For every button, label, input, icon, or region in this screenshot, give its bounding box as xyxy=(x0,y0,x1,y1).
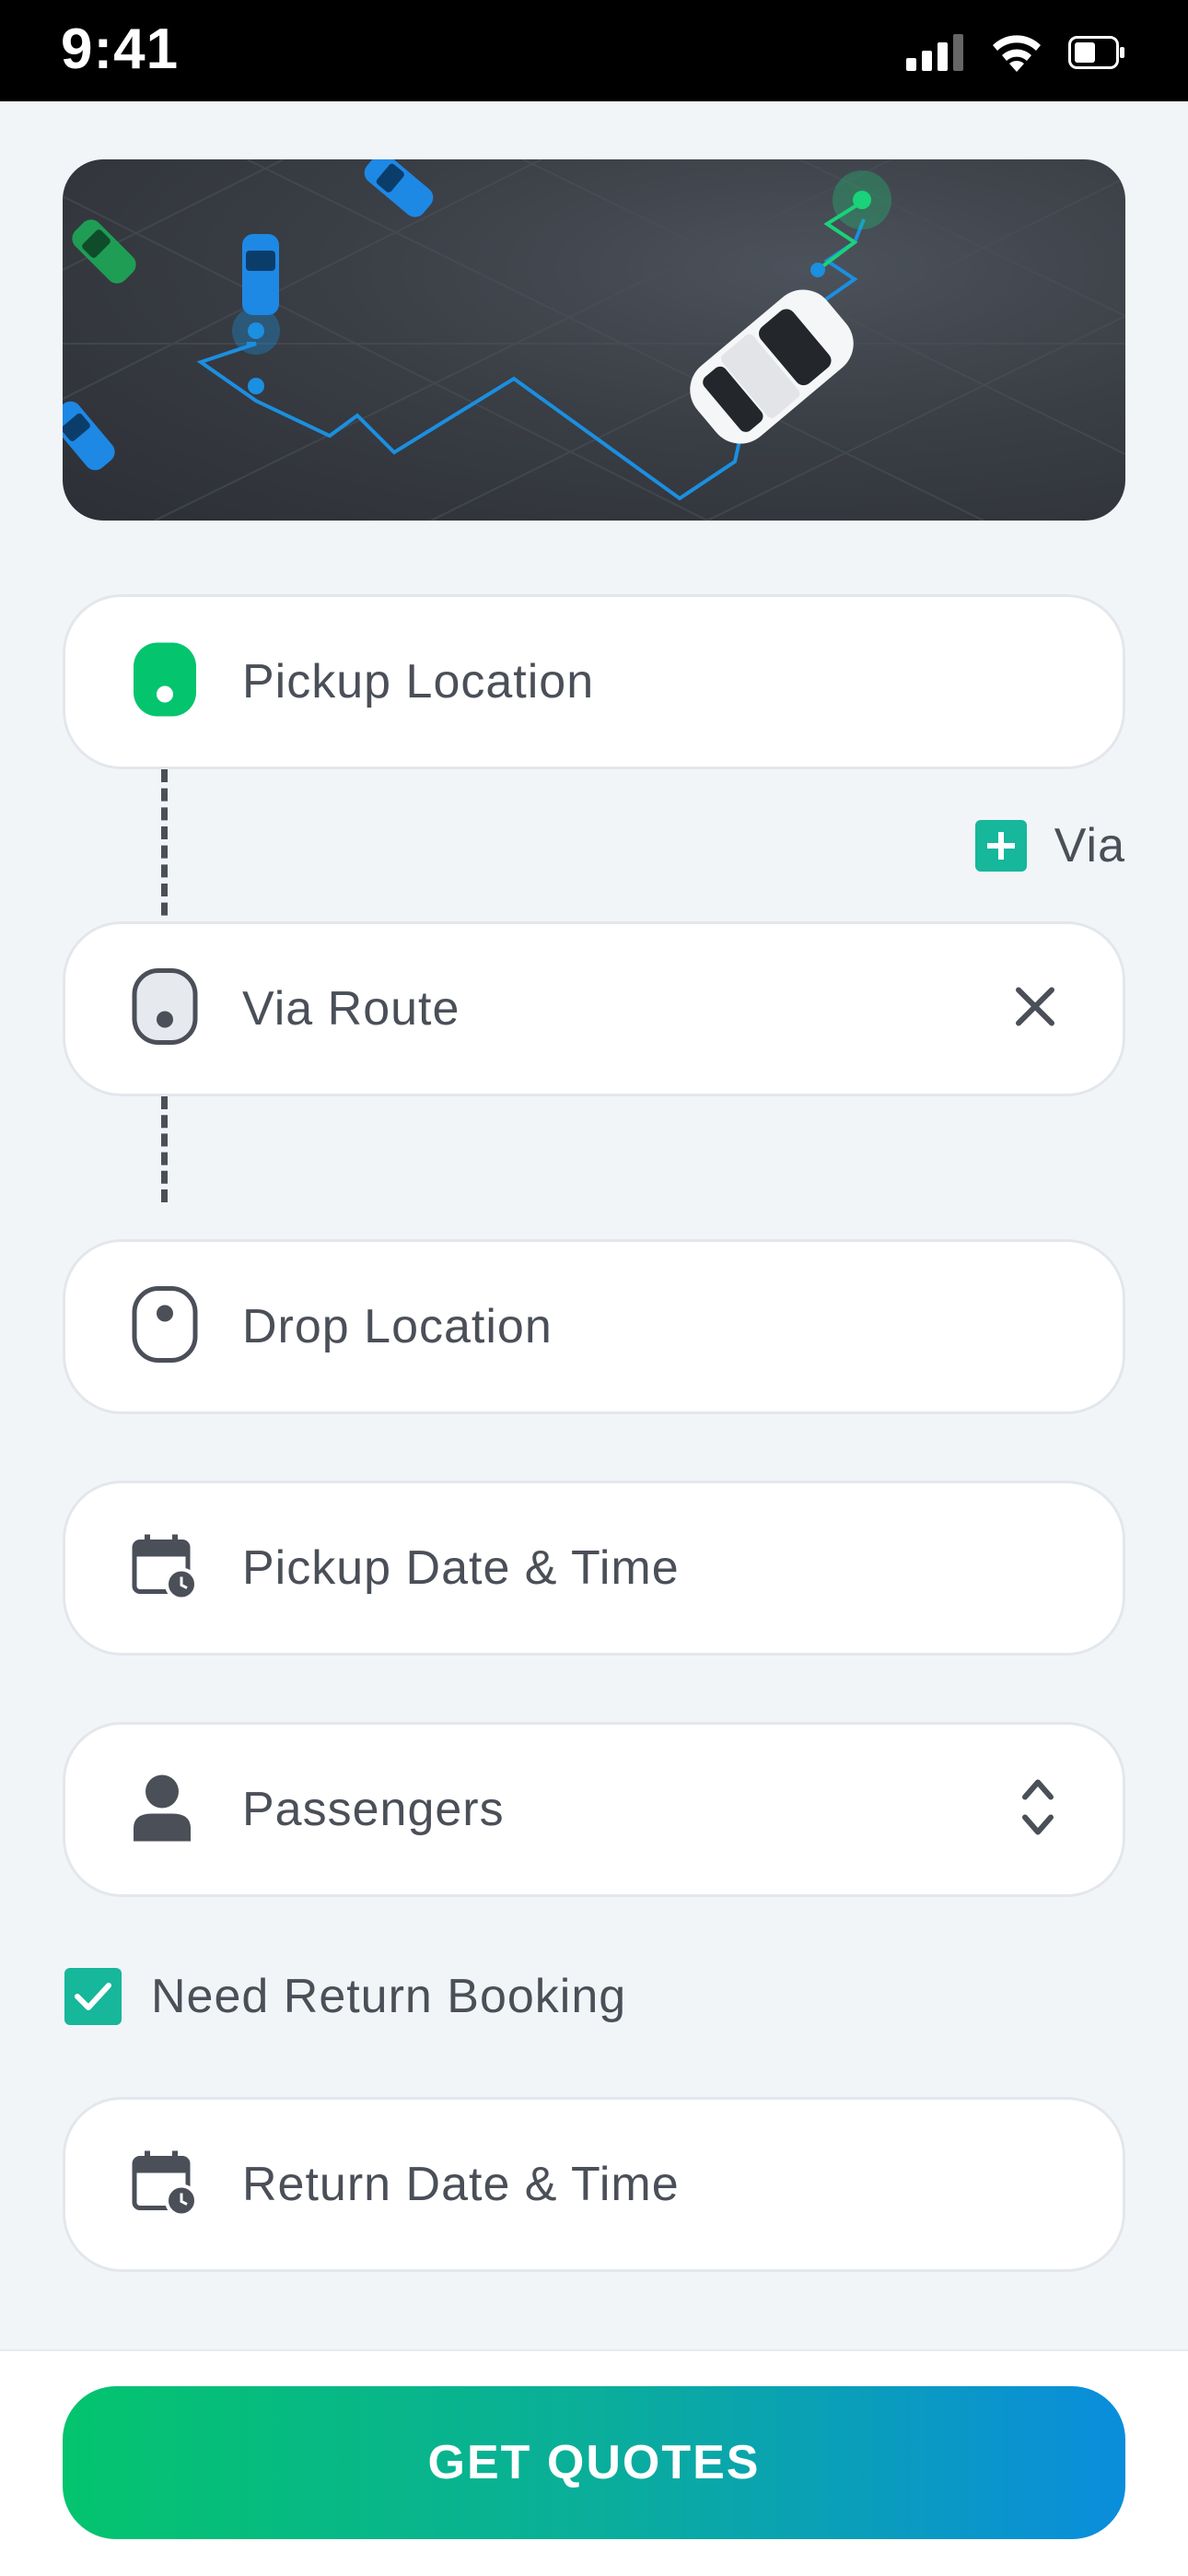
return-booking-toggle[interactable]: Need Return Booking xyxy=(64,1968,626,2025)
get-quotes-button[interactable]: GET QUOTES xyxy=(63,2386,1125,2539)
pickup-location-field[interactable]: Pickup Location xyxy=(63,594,1125,769)
status-icons xyxy=(906,33,1125,72)
passengers-field[interactable]: Passengers xyxy=(63,1722,1125,1897)
checkmark-icon xyxy=(75,1983,111,2010)
pickup-pin-icon xyxy=(132,641,198,723)
drop-location-placeholder: Drop Location xyxy=(242,1300,553,1353)
chevron-up-down-icon[interactable] xyxy=(1019,1775,1056,1844)
pickup-datetime-field[interactable]: Pickup Date & Time xyxy=(63,1481,1125,1656)
plus-icon xyxy=(974,820,1027,872)
return-datetime-field[interactable]: Return Date & Time xyxy=(63,2097,1125,2272)
add-via-label: Via xyxy=(1054,819,1125,872)
return-datetime-placeholder: Return Date & Time xyxy=(242,2158,680,2211)
drop-location-field[interactable]: Drop Location xyxy=(63,1239,1125,1414)
person-icon xyxy=(132,1774,192,1846)
pickup-location-placeholder: Pickup Location xyxy=(242,655,595,708)
via-route-placeholder: Via Route xyxy=(242,982,460,1036)
return-booking-checkbox[interactable] xyxy=(64,1968,122,2025)
wifi-icon xyxy=(993,35,1041,72)
passengers-placeholder: Passengers xyxy=(242,1783,505,1836)
drop-pin-icon xyxy=(132,1286,198,1368)
pickup-datetime-placeholder: Pickup Date & Time xyxy=(242,1541,680,1595)
via-pin-icon xyxy=(132,968,198,1050)
battery-icon xyxy=(1068,36,1124,69)
return-booking-label: Need Return Booking xyxy=(151,1970,627,2023)
hero-route-illustration xyxy=(63,159,1125,521)
calendar-clock-icon xyxy=(132,1533,198,1604)
signal-icon xyxy=(906,34,963,71)
calendar-clock-icon xyxy=(132,2149,198,2220)
close-icon[interactable] xyxy=(1014,986,1056,1033)
via-route-field[interactable]: Via Route xyxy=(63,921,1125,1096)
status-time: 9:41 xyxy=(61,18,180,81)
route-map-illustration xyxy=(63,159,1125,521)
route-line xyxy=(196,342,751,501)
add-via-button[interactable]: Via xyxy=(974,818,1125,873)
route-connector-dash xyxy=(161,1096,168,1202)
status-bar: 9:41 xyxy=(0,0,1188,101)
